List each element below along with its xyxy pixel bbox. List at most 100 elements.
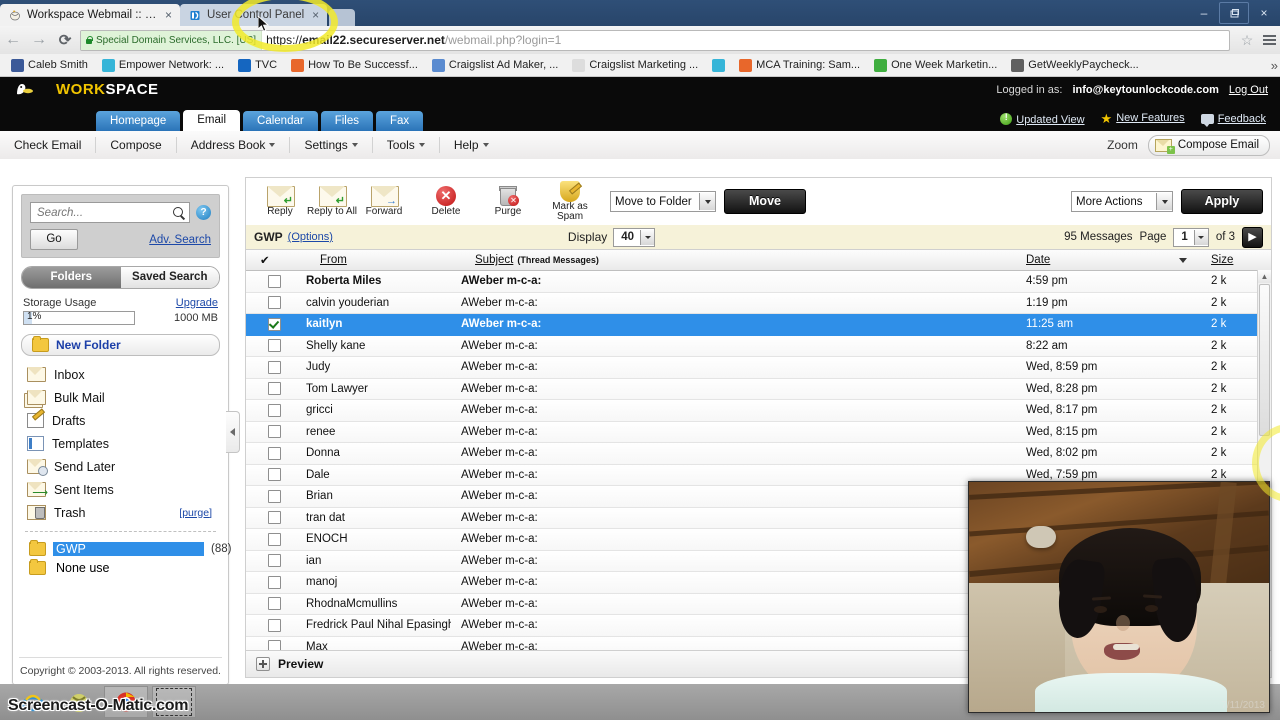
app-tab-homepage[interactable]: Homepage <box>96 111 181 131</box>
message-row[interactable]: calvin youderian AWeber m-c-a: 1:19 pm 2 k <box>246 292 1271 314</box>
sidebar-folder-drafts[interactable]: Drafts <box>13 408 228 432</box>
reply-button[interactable]: ↵ Reply <box>254 186 306 217</box>
maximize-button[interactable] <box>1219 2 1249 24</box>
row-checkbox[interactable] <box>268 403 281 417</box>
row-checkbox[interactable] <box>268 489 281 503</box>
row-checkbox[interactable] <box>268 382 281 396</box>
browser-tab-1[interactable]: User Control Panel × <box>180 4 328 26</box>
row-checkbox[interactable] <box>268 446 281 460</box>
sidebar-folder-trash[interactable]: Trash [purge] <box>13 501 228 524</box>
row-checkbox[interactable] <box>268 296 281 310</box>
move-button[interactable]: Move <box>724 189 806 214</box>
search-input-wrapper[interactable] <box>30 202 190 223</box>
message-row[interactable]: Shelly kane AWeber m-c-a: 8:22 am 2 k <box>246 335 1271 357</box>
bookmark-star-icon[interactable]: ☆ <box>1236 32 1258 49</box>
row-checkbox[interactable] <box>268 575 281 589</box>
delete-button[interactable]: ✕ Delete <box>420 186 472 217</box>
bookmark-item-8[interactable]: One Week Marketin... <box>867 58 1004 72</box>
more-actions-select[interactable]: More Actions <box>1071 191 1173 212</box>
row-checkbox[interactable] <box>268 468 281 482</box>
bookmark-item-1[interactable]: Empower Network: ... <box>95 58 231 72</box>
browser-tab-0[interactable]: Workspace Webmail :: Ma × <box>0 4 181 26</box>
sidebar-folder-send-later[interactable]: Send Later <box>13 455 228 478</box>
address-bar[interactable]: Special Domain Services, LLC. [US] https… <box>80 29 1230 51</box>
next-page-button[interactable]: ▶ <box>1242 226 1263 248</box>
message-row[interactable]: Roberta Miles AWeber m-c-a: 4:59 pm 2 k <box>246 271 1271 293</box>
sidebar-folder-bulk-mail[interactable]: Bulk Mail <box>13 386 228 409</box>
help-icon[interactable]: ? <box>196 205 211 220</box>
forward-icon[interactable]: → <box>26 32 52 48</box>
row-checkbox[interactable] <box>268 339 281 353</box>
move-to-folder-select[interactable]: Move to Folder <box>610 191 716 212</box>
bookmark-item-3[interactable]: How To Be Successf... <box>284 58 425 72</box>
menu-item-help[interactable]: Help <box>440 137 503 153</box>
tab-folders[interactable]: Folders <box>22 267 121 288</box>
message-row[interactable]: Judy AWeber m-c-a: Wed, 8:59 pm 2 k <box>246 357 1271 379</box>
chrome-menu-icon[interactable] <box>1258 35 1280 45</box>
bookmark-item-6[interactable] <box>705 58 732 72</box>
bookmark-item-2[interactable]: TVC <box>231 58 284 72</box>
menu-item-tools[interactable]: Tools <box>373 137 440 153</box>
display-count-select[interactable]: 40 <box>613 227 656 247</box>
advanced-search-link[interactable]: Adv. Search <box>149 234 211 246</box>
message-row[interactable]: gricci AWeber m-c-a: Wed, 8:17 pm 2 k <box>246 400 1271 422</box>
bookmarks-overflow-icon[interactable]: » <box>1271 58 1280 73</box>
forward-button[interactable]: → Forward <box>358 186 410 217</box>
column-subject[interactable]: Subject (Thread Messages) <box>465 254 1016 266</box>
close-window-button[interactable]: × <box>1250 3 1278 23</box>
column-size[interactable]: Size <box>1201 254 1271 266</box>
app-tab-fax[interactable]: Fax <box>375 111 424 131</box>
bookmark-item-9[interactable]: GetWeeklyPaycheck... <box>1004 58 1145 72</box>
sidebar-custom-folder-gwp[interactable]: GWP (88) <box>13 539 231 558</box>
app-tab-files[interactable]: Files <box>320 111 373 131</box>
row-checkbox[interactable] <box>268 640 281 650</box>
purge-button[interactable]: ✕ Purge <box>482 186 534 217</box>
webcam-overlay[interactable]: 7/11/2013 <box>968 481 1270 713</box>
row-checkbox[interactable] <box>268 317 281 331</box>
compose-email-button[interactable]: + Compose Email <box>1147 134 1270 156</box>
minimize-button[interactable]: – <box>1190 3 1218 23</box>
search-input[interactable] <box>35 205 173 220</box>
menu-item-compose[interactable]: Compose <box>96 137 177 153</box>
row-checkbox[interactable] <box>268 274 281 288</box>
upgrade-link[interactable]: Upgrade <box>176 297 218 309</box>
scroll-up-icon[interactable]: ▲ <box>1258 270 1271 283</box>
new-features-link[interactable]: ★ New Features <box>1101 111 1185 127</box>
new-folder-button[interactable]: New Folder <box>21 334 220 356</box>
bookmark-item-7[interactable]: MCA Training: Sam... <box>732 58 867 72</box>
app-tab-calendar[interactable]: Calendar <box>243 111 318 131</box>
menu-item-address-book[interactable]: Address Book <box>177 137 291 153</box>
tab-close-icon-1[interactable]: × <box>312 9 319 21</box>
reload-icon[interactable]: ⟳ <box>52 33 78 48</box>
go-button[interactable]: Go <box>30 229 78 250</box>
column-from[interactable]: From <box>310 254 465 266</box>
sidebar-folder-templates[interactable]: Templates <box>13 432 228 455</box>
row-checkbox[interactable] <box>268 425 281 439</box>
updated-view-link[interactable]: Updated View <box>1000 112 1085 126</box>
sidebar-custom-folder-none-use[interactable]: None use <box>13 558 228 577</box>
row-checkbox[interactable] <box>268 532 281 546</box>
purge-trash-link[interactable]: [purge] <box>179 507 212 519</box>
message-row[interactable]: renee AWeber m-c-a: Wed, 8:15 pm 2 k <box>246 421 1271 443</box>
mark-as-spam-button[interactable]: Mark as Spam <box>544 181 596 222</box>
row-checkbox[interactable] <box>268 597 281 611</box>
message-row[interactable]: kaitlyn AWeber m-c-a: 11:25 am 2 k <box>246 314 1271 336</box>
menu-item-settings[interactable]: Settings <box>290 137 373 153</box>
menu-item-check-email[interactable]: Check Email <box>0 137 97 153</box>
row-checkbox[interactable] <box>268 360 281 374</box>
godaddy-logo[interactable] <box>14 82 34 97</box>
tab-close-icon-0[interactable]: × <box>165 9 172 21</box>
row-checkbox[interactable] <box>268 554 281 568</box>
apply-button[interactable]: Apply <box>1181 189 1263 214</box>
app-tab-email[interactable]: Email <box>183 110 241 131</box>
scrollbar-thumb[interactable] <box>1259 284 1270 436</box>
tab-saved-search[interactable]: Saved Search <box>120 267 219 288</box>
feedback-link[interactable]: Feedback <box>1200 113 1266 127</box>
bookmark-item-4[interactable]: Craigslist Ad Maker, ... <box>425 58 565 72</box>
select-all-header[interactable]: ✔ <box>246 253 310 267</box>
folder-options-link[interactable]: (Options) <box>288 231 333 243</box>
back-icon[interactable]: ← <box>0 32 26 48</box>
row-checkbox[interactable] <box>268 618 281 632</box>
page-select[interactable]: 1 <box>1173 227 1209 247</box>
bookmark-item-5[interactable]: Craigslist Marketing ... <box>565 58 705 72</box>
